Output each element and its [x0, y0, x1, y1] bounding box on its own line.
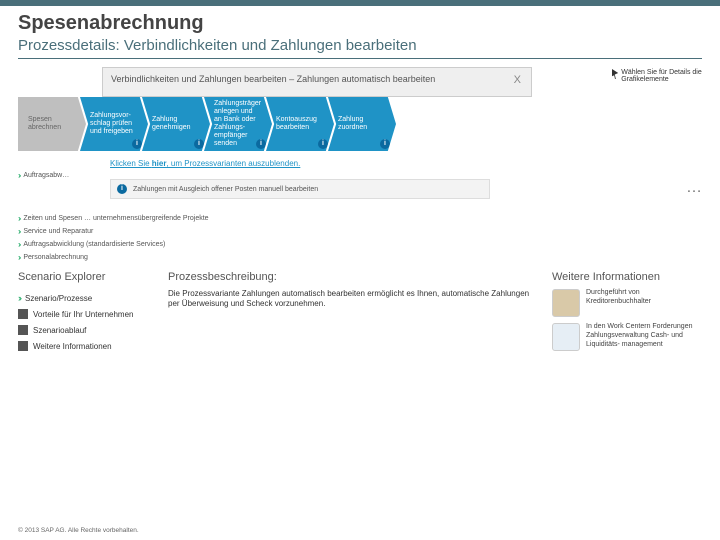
scenario-explorer: Scenario Explorer ››Szenario/Prozesse Vo… [18, 271, 158, 357]
step-strip: Spesen abrechnen Zahlungsvor- schlag prü… [18, 97, 390, 151]
page-header: Spesenabrechnung Prozessdetails: Verbind… [0, 6, 720, 56]
lower-panel: Scenario Explorer ››Szenario/Prozesse Vo… [18, 271, 702, 357]
more-icon[interactable]: … [686, 179, 704, 197]
step-assign[interactable]: Zahlung zuordneni [328, 97, 396, 151]
step-approve[interactable]: Zahlung genehmigeni [142, 97, 210, 151]
doc-icon [18, 309, 28, 319]
chevron-icon: ›› [18, 253, 19, 262]
page-title: Spesenabrechnung [18, 12, 702, 35]
chevron-icon: ›› [18, 227, 19, 236]
nav-flow[interactable]: Szenarioablauf [18, 325, 158, 335]
callout-title: Verbindlichkeiten und Zahlungen bearbeit… [111, 74, 512, 85]
nav-more[interactable]: Weitere Informationen [18, 341, 158, 351]
info-icon[interactable]: i [380, 139, 390, 149]
step-send[interactable]: Zahlungsträger anlegen und an Bank oder … [204, 97, 272, 151]
process-callout: Verbindlichkeiten und Zahlungen bearbeit… [102, 67, 532, 97]
workcenter-block[interactable]: In den Work Centern Forderungen Zahlungs… [552, 323, 702, 351]
related-processes: ››Auftragsabw… ››Zeiten und Spesen … unt… [18, 167, 209, 266]
doc-icon [18, 325, 28, 335]
nav-benefits[interactable]: Vorteile für Ihr Unternehmen [18, 309, 158, 319]
doc-icon [18, 341, 28, 351]
list-item[interactable]: ››Personalabrechnung [18, 253, 209, 262]
list-item[interactable]: ››Auftragsabwicklung (standardisierte Se… [18, 240, 209, 249]
close-icon[interactable]: X [512, 74, 523, 86]
further-info: Weitere Informationen Durchgeführt von K… [552, 271, 702, 357]
chevron-icon: ›› [18, 214, 19, 223]
cursor-icon [612, 69, 618, 79]
info-icon[interactable]: i [132, 139, 142, 149]
chevron-icon: ›› [18, 293, 20, 303]
explorer-nav: ››Szenario/Prozesse Vorteile für Ihr Unt… [18, 293, 158, 351]
info-icon[interactable]: i [256, 139, 266, 149]
divider [18, 58, 702, 59]
step-statement[interactable]: Kontoauszug bearbeiteni [266, 97, 334, 151]
nav-scenario[interactable]: ››Szenario/Prozesse [18, 293, 158, 303]
list-item[interactable]: ››Auftragsabw… [18, 171, 209, 180]
screenshot-thumb [552, 323, 580, 351]
info-icon[interactable]: i [194, 139, 204, 149]
copyright: © 2013 SAP AG. Alle Rechte vorbehalten. [18, 527, 139, 534]
role-block[interactable]: Durchgeführt von Kreditorenbuchhalter [552, 289, 702, 317]
chevron-icon: ›› [18, 171, 19, 180]
step-proposal[interactable]: Zahlungsvor- schlag prüfen und freigeben… [80, 97, 148, 151]
chevron-icon: ›› [18, 240, 19, 249]
info-icon[interactable]: i [318, 139, 328, 149]
list-item[interactable]: ››Zeiten und Spesen … unternehmensübergr… [18, 214, 209, 223]
list-item[interactable]: ››Service und Reparatur [18, 227, 209, 236]
desc-text: Die Prozessvariante Zahlungen automatisc… [168, 289, 542, 310]
process-canvas: Wählen Sie für Details die Grafikelement… [18, 67, 702, 267]
explorer-title: Scenario Explorer [18, 271, 158, 283]
hover-hint: Wählen Sie für Details die Grafikelement… [612, 69, 702, 83]
process-description: Prozessbeschreibung: Die Prozessvariante… [168, 271, 542, 357]
step-expenses[interactable]: Spesen abrechnen [18, 97, 86, 151]
info-title: Weitere Informationen [552, 271, 702, 283]
avatar [552, 289, 580, 317]
page-subtitle: Prozessdetails: Verbindlichkeiten und Za… [18, 37, 702, 54]
desc-title: Prozessbeschreibung: [168, 271, 542, 283]
